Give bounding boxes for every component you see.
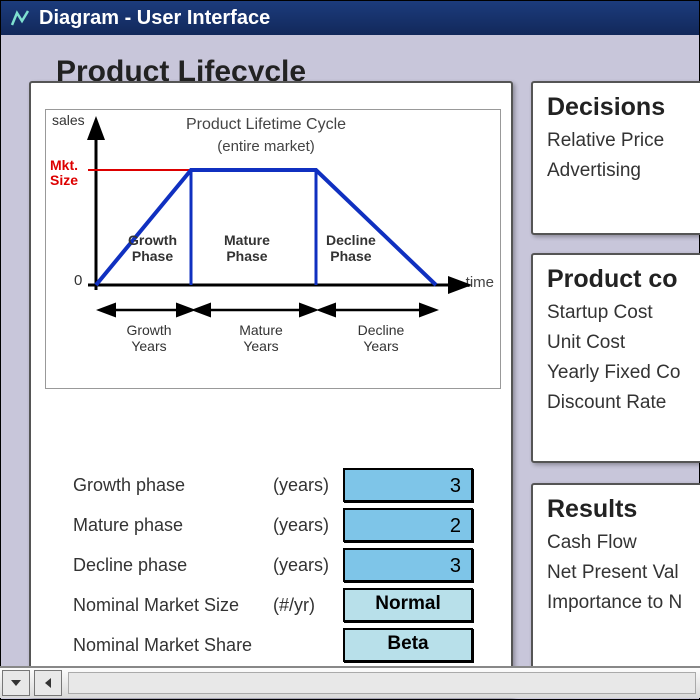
results-panel: Results Cash Flow Net Present Val Import… (531, 483, 700, 673)
nms-label-text: Nominal Market Size (73, 595, 273, 616)
decline-years-label: DeclineYears (346, 322, 416, 354)
mature-phase-label: MaturePhase (224, 232, 270, 264)
growth-phase-label: GrowthPhase (128, 232, 177, 264)
app-logo-icon (9, 7, 31, 29)
decision-advertising[interactable]: Advertising (547, 160, 700, 182)
growth-phase-unit: (years) (273, 475, 343, 496)
product-lifecycle-panel: Product Lifetime Cycle (entire market) s… (29, 81, 513, 697)
cost-startup[interactable]: Startup Cost (547, 302, 700, 324)
decline-phase-label: DeclinePhase (326, 232, 376, 264)
chevron-left-icon (42, 677, 54, 689)
lifecycle-diagram: Product Lifetime Cycle (entire market) s… (45, 109, 501, 389)
workspace: Product Lifecycle Product Lifetime Cycle… (1, 35, 699, 665)
results-title: Results (547, 495, 700, 524)
mature-years-label: MatureYears (226, 322, 296, 354)
result-npv[interactable]: Net Present Val (547, 562, 700, 584)
decisions-title: Decisions (547, 93, 700, 122)
chevron-down-icon (10, 677, 22, 689)
growth-phase-input[interactable]: 3 (343, 468, 473, 502)
share-label-text: Nominal Market Share (73, 635, 343, 656)
cost-yearly-fixed[interactable]: Yearly Fixed Co (547, 362, 700, 384)
window-title: Diagram - User Interface (39, 7, 270, 30)
cost-discount-rate[interactable]: Discount Rate (547, 392, 700, 414)
mature-phase-row: Mature phase (years) 2 (73, 505, 523, 545)
mature-phase-input[interactable]: 2 (343, 508, 473, 542)
decline-phase-input[interactable]: 3 (343, 548, 473, 582)
product-costs-title: Product co (547, 265, 700, 294)
window-titlebar: Diagram - User Interface (1, 1, 699, 35)
nominal-market-size-row: Nominal Market Size (#/yr) Normal (73, 585, 523, 625)
result-importance[interactable]: Importance to N (547, 592, 700, 614)
growth-phase-label-text: Growth phase (73, 475, 273, 496)
scroll-down-button[interactable] (2, 670, 30, 696)
mature-phase-label-text: Mature phase (73, 515, 273, 536)
scroll-left-button[interactable] (34, 670, 62, 696)
result-cash-flow[interactable]: Cash Flow (547, 532, 700, 554)
decision-relative-price[interactable]: Relative Price (547, 130, 700, 152)
cost-unit[interactable]: Unit Cost (547, 332, 700, 354)
lifecycle-inputs: Growth phase (years) 3 Mature phase (yea… (73, 465, 523, 665)
nms-unit: (#/yr) (273, 595, 343, 616)
decline-phase-label-text: Decline phase (73, 555, 273, 576)
growth-years-label: GrowthYears (114, 322, 184, 354)
growth-phase-row: Growth phase (years) 3 (73, 465, 523, 505)
product-costs-panel: Product co Startup Cost Unit Cost Yearly… (531, 253, 700, 463)
horizontal-scrollbar[interactable] (0, 666, 700, 698)
nominal-market-size-button[interactable]: Normal (343, 588, 473, 622)
nominal-market-share-row: Nominal Market Share Beta (73, 625, 523, 665)
decline-phase-unit: (years) (273, 555, 343, 576)
nominal-market-share-button[interactable]: Beta (343, 628, 473, 662)
decline-phase-row: Decline phase (years) 3 (73, 545, 523, 585)
mature-phase-unit: (years) (273, 515, 343, 536)
scrollbar-track[interactable] (68, 672, 696, 694)
decisions-panel: Decisions Relative Price Advertising (531, 81, 700, 235)
